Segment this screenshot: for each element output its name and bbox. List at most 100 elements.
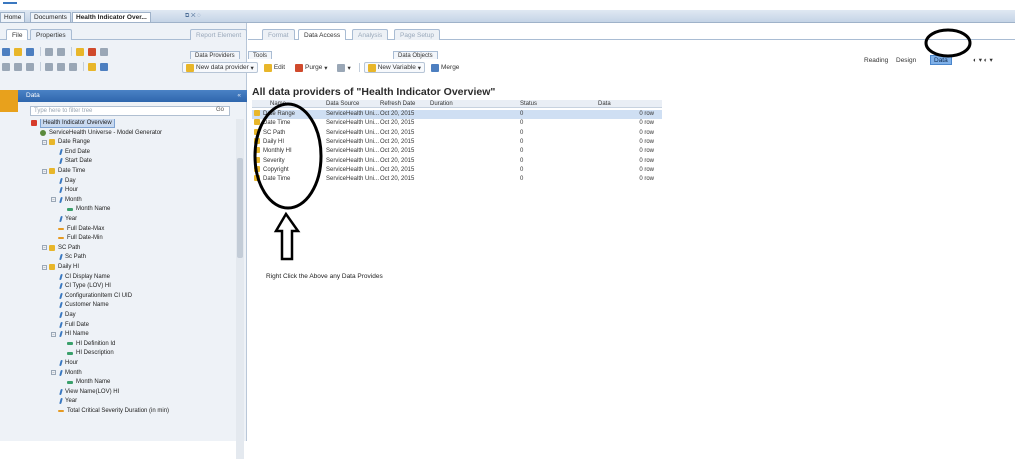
tree-item[interactable]: CI Type (LOV) HI (58, 282, 111, 290)
tree-collapse-icon[interactable]: − (42, 139, 47, 145)
left-panel: File Properties Data « Type here to filt… (0, 23, 247, 459)
tree-item[interactable]: Hour (58, 359, 78, 367)
tree-item[interactable]: View Name(LOV) HI (58, 388, 119, 396)
tree-item[interactable]: Health Indicator Overview (31, 119, 115, 128)
tree-filter-go-button[interactable]: Go (216, 107, 224, 113)
tree-scrollbar-thumb[interactable] (237, 158, 243, 258)
det-object-icon (67, 207, 73, 211)
tree-item[interactable]: Day (58, 177, 76, 185)
tree-item[interactable]: HI Description (67, 349, 114, 357)
tree-item-label: HI Definition Id (76, 340, 116, 347)
det-object-icon (67, 342, 73, 346)
tree-item-label: Health Indicator Overview (40, 119, 115, 128)
paste-icon[interactable] (26, 62, 34, 71)
dim-object-icon (59, 369, 63, 376)
copy-icon[interactable] (14, 62, 22, 71)
find-icon[interactable] (57, 47, 65, 56)
tree-item[interactable]: Year (58, 397, 77, 405)
data-panel-badge-icon (0, 90, 18, 112)
doc-tab-controls-icon[interactable]: ⧉ ✕ ◌ (185, 13, 201, 20)
new-data-provider-button[interactable]: New data provider ▾ (182, 62, 258, 73)
doc-tab-home[interactable]: Home (0, 12, 26, 22)
tree-item[interactable]: Total Critical Severity Duration (in min… (58, 407, 169, 415)
tree-collapse-icon[interactable]: − (51, 197, 56, 203)
toolbar-separator (40, 62, 41, 71)
doc-tab-health-indicator[interactable]: Health Indicator Over... (72, 12, 151, 22)
collapse-panel-icon[interactable]: « (237, 90, 241, 102)
tree-item[interactable]: ConfigurationItem CI UID (58, 292, 132, 300)
tree-item[interactable]: Full Date-Min (58, 234, 103, 242)
tree-item[interactable]: − Month (51, 369, 82, 377)
tree-filter-input[interactable]: Type here to filter tree (30, 106, 230, 116)
det-object-icon (67, 351, 73, 355)
measure-object-icon (58, 237, 64, 240)
open-folder-icon[interactable] (14, 47, 22, 56)
ribbon-tab-report-element[interactable]: Report Element (190, 29, 248, 40)
tree-collapse-icon[interactable]: − (42, 264, 47, 270)
undo-icon[interactable] (45, 62, 53, 71)
tree-item[interactable]: Sc Path (58, 253, 86, 261)
ribbon-tab-properties[interactable]: Properties (30, 29, 72, 40)
subtab-data-providers[interactable]: Data Providers (190, 51, 240, 59)
refresh-icon[interactable] (88, 62, 96, 71)
tree-item[interactable]: − Daily HI (42, 263, 79, 271)
annotation-arrow-icon (273, 211, 301, 261)
data-provider-icon (186, 63, 194, 72)
tree-collapse-icon[interactable]: − (51, 331, 56, 337)
dim-object-icon (59, 283, 63, 290)
tree-item-label: Date Range (58, 139, 91, 146)
redo-icon[interactable] (57, 62, 65, 71)
delete-icon[interactable] (69, 62, 77, 71)
tree-item[interactable]: Start Date (58, 157, 92, 165)
dim-object-icon (59, 321, 63, 328)
tree-item[interactable]: − Date Range (42, 138, 90, 146)
tree-item-label: Full Date (65, 321, 90, 328)
tree-item[interactable]: CI Display Name (58, 273, 110, 281)
tree-item[interactable]: HI Definition Id (67, 340, 115, 348)
track-changes-icon[interactable] (76, 47, 84, 56)
cut-icon[interactable] (2, 62, 10, 71)
tree-item[interactable]: ServiceHealth Universe - Model Generator (40, 129, 162, 137)
tree-item-label: Year (65, 216, 78, 222)
dim-object-icon (59, 177, 63, 184)
tree-item[interactable]: − SC Path (42, 244, 80, 252)
tree-item[interactable]: Full Date-Max (58, 225, 104, 233)
tree-item[interactable]: − HI Name (51, 330, 89, 338)
view-icon[interactable] (100, 47, 108, 56)
print-icon[interactable] (45, 47, 53, 56)
dim-object-icon (59, 273, 63, 280)
tree-collapse-icon[interactable]: − (42, 168, 47, 174)
tree-item[interactable]: Full Date (58, 321, 89, 329)
tree-item-label: Customer Name (65, 302, 109, 309)
det-object-icon (67, 380, 73, 384)
tree-item[interactable]: Month Name (67, 205, 110, 213)
tree-item[interactable]: Day (58, 311, 76, 319)
dim-object-icon (59, 398, 63, 405)
alert-icon[interactable] (88, 47, 96, 56)
tree-item-label: Day (65, 177, 76, 184)
save-icon[interactable] (26, 47, 34, 56)
dim-object-icon (59, 216, 63, 222)
new-data-provider-label: New data provider (196, 64, 249, 71)
tree-item[interactable]: Year (58, 215, 77, 223)
tree-collapse-icon[interactable]: − (42, 245, 47, 251)
ribbon-tab-file[interactable]: File (6, 29, 29, 40)
tree-item-label: CI Display Name (65, 273, 111, 280)
doc-tab-documents[interactable]: Documents (30, 12, 71, 22)
tree-item-label: Full Date-Min (67, 235, 103, 242)
data-panel-header: Data « (0, 90, 247, 112)
dim-object-icon (59, 187, 63, 194)
new-document-icon[interactable] (2, 47, 10, 56)
tree-collapse-icon[interactable]: − (51, 370, 56, 376)
toolbar-separator (71, 47, 72, 56)
settings-icon[interactable] (100, 62, 108, 71)
tree-item[interactable]: End Date (58, 148, 90, 156)
tree-item[interactable]: Customer Name (58, 301, 109, 309)
tree-item-label: Start Date (65, 158, 93, 165)
tree-item[interactable]: − Date Time (42, 167, 85, 175)
tree-item[interactable]: − Month (51, 196, 82, 204)
tree-item[interactable]: Hour (58, 186, 78, 194)
uni-object-icon (40, 129, 46, 136)
tree-item[interactable]: Month Name (67, 378, 110, 386)
app-logo-icon (3, 2, 17, 7)
